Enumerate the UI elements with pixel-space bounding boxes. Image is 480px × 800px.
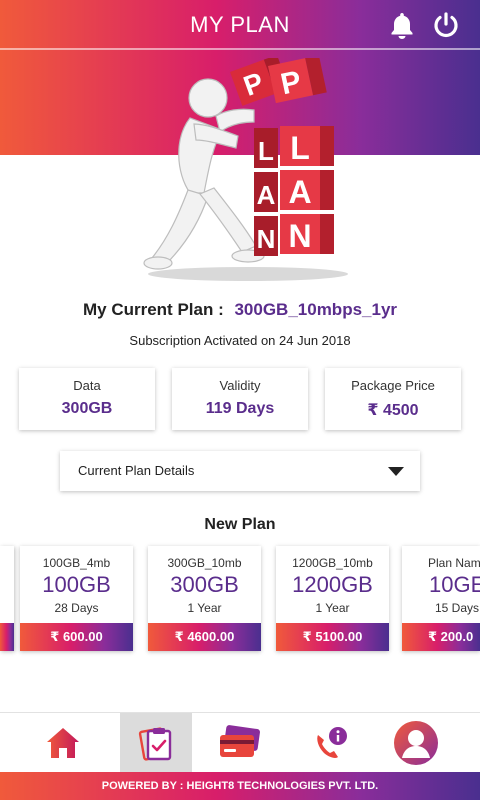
stat-label: Validity xyxy=(219,378,261,393)
plan-card[interactable]: Plan Nam 10GE 15 Days ₹ 200.0 xyxy=(402,546,480,651)
cube-side-letter-a: A xyxy=(257,180,276,210)
app-header: MY PLAN xyxy=(0,0,480,50)
current-plan-details-dropdown[interactable]: Current Plan Details xyxy=(60,451,420,491)
stat-value: ₹ 4500 xyxy=(367,402,419,419)
plan-price: ₹ 600.00 xyxy=(20,623,133,651)
cube-letter-n: N xyxy=(288,218,311,254)
phone-info-icon xyxy=(317,727,347,758)
plan-cubes-illustration: P P L A N L A N xyxy=(143,58,348,281)
subscription-date: Subscription Activated on 24 Jun 2018 xyxy=(129,333,351,348)
plan-duration: 1 Year xyxy=(315,601,350,615)
stat-value: 300GB xyxy=(61,400,113,417)
logout-button[interactable] xyxy=(430,9,462,41)
plan-data: 10GE xyxy=(429,572,480,597)
nav-my-plan[interactable] xyxy=(120,713,192,773)
cube-letter-a: A xyxy=(288,174,311,210)
plan-price: ₹ 200.0 xyxy=(402,623,480,651)
stat-label: Data xyxy=(73,378,101,393)
caret-down-icon xyxy=(388,467,404,476)
profile-icon xyxy=(394,721,438,765)
nav-payments[interactable] xyxy=(204,713,276,773)
plan-duration: 28 Days xyxy=(54,601,99,615)
plan-card[interactable]: 300GB_10mb 300GB 1 Year ₹ 4600.00 xyxy=(148,546,261,651)
plan-duration: 1 Year xyxy=(187,601,222,615)
plan-card[interactable]: 100GB_4mb 100GB 28 Days ₹ 600.00 xyxy=(20,546,133,651)
cube-letter-l: L xyxy=(290,130,310,166)
new-plan-heading: New Plan xyxy=(204,516,276,533)
nav-profile[interactable] xyxy=(380,713,452,773)
plan-name: 300GB_10mb xyxy=(167,556,242,570)
current-plan-heading: My Current Plan : 300GB_10mbps_1yr xyxy=(0,300,480,320)
nav-home[interactable] xyxy=(27,713,99,773)
footer-powered-by: POWERED BY : HEIGHT8 TECHNOLOGIES PVT. L… xyxy=(0,772,480,800)
plan-name: 100GB_4mb xyxy=(42,556,111,570)
stat-value: 119 Days xyxy=(205,400,275,417)
home-icon xyxy=(47,728,79,758)
clipboard-icon xyxy=(138,727,172,761)
plan-duration: 15 Days xyxy=(435,601,480,615)
cards-icon xyxy=(220,725,260,757)
cube-side-letter-l: L xyxy=(258,136,274,166)
plan-name: Plan Nam xyxy=(428,556,480,570)
current-plan-name: 300GB_10mbps_1yr xyxy=(234,300,398,319)
bottom-navigation xyxy=(0,712,480,773)
plan-data: 300GB xyxy=(170,572,239,597)
stat-data: Data 300GB xyxy=(19,368,155,430)
plan-price: ₹ 5100.00 xyxy=(276,623,389,651)
plan-name: 1200GB_10mb xyxy=(292,556,373,570)
bell-icon xyxy=(391,13,413,39)
plan-data: 1200GB xyxy=(292,572,373,597)
plan-price: ₹ 4600.00 xyxy=(148,623,261,651)
stat-package-price: Package Price ₹ 4500 xyxy=(325,368,461,430)
dropdown-label: Current Plan Details xyxy=(78,463,195,478)
stat-validity: Validity 119 Days xyxy=(172,368,308,430)
notifications-button[interactable] xyxy=(386,9,418,41)
plan-card-offscreen[interactable] xyxy=(0,546,14,651)
current-plan-label: My Current Plan : xyxy=(82,300,224,319)
plan-card[interactable]: 1200GB_10mb 1200GB 1 Year ₹ 5100.00 xyxy=(276,546,389,651)
cube-side-letter-n: N xyxy=(257,224,276,254)
nav-support[interactable] xyxy=(294,713,366,773)
plan-price-bar xyxy=(0,623,14,651)
plan-data: 100GB xyxy=(42,572,111,597)
stat-label: Package Price xyxy=(351,378,435,393)
power-icon xyxy=(434,12,458,38)
